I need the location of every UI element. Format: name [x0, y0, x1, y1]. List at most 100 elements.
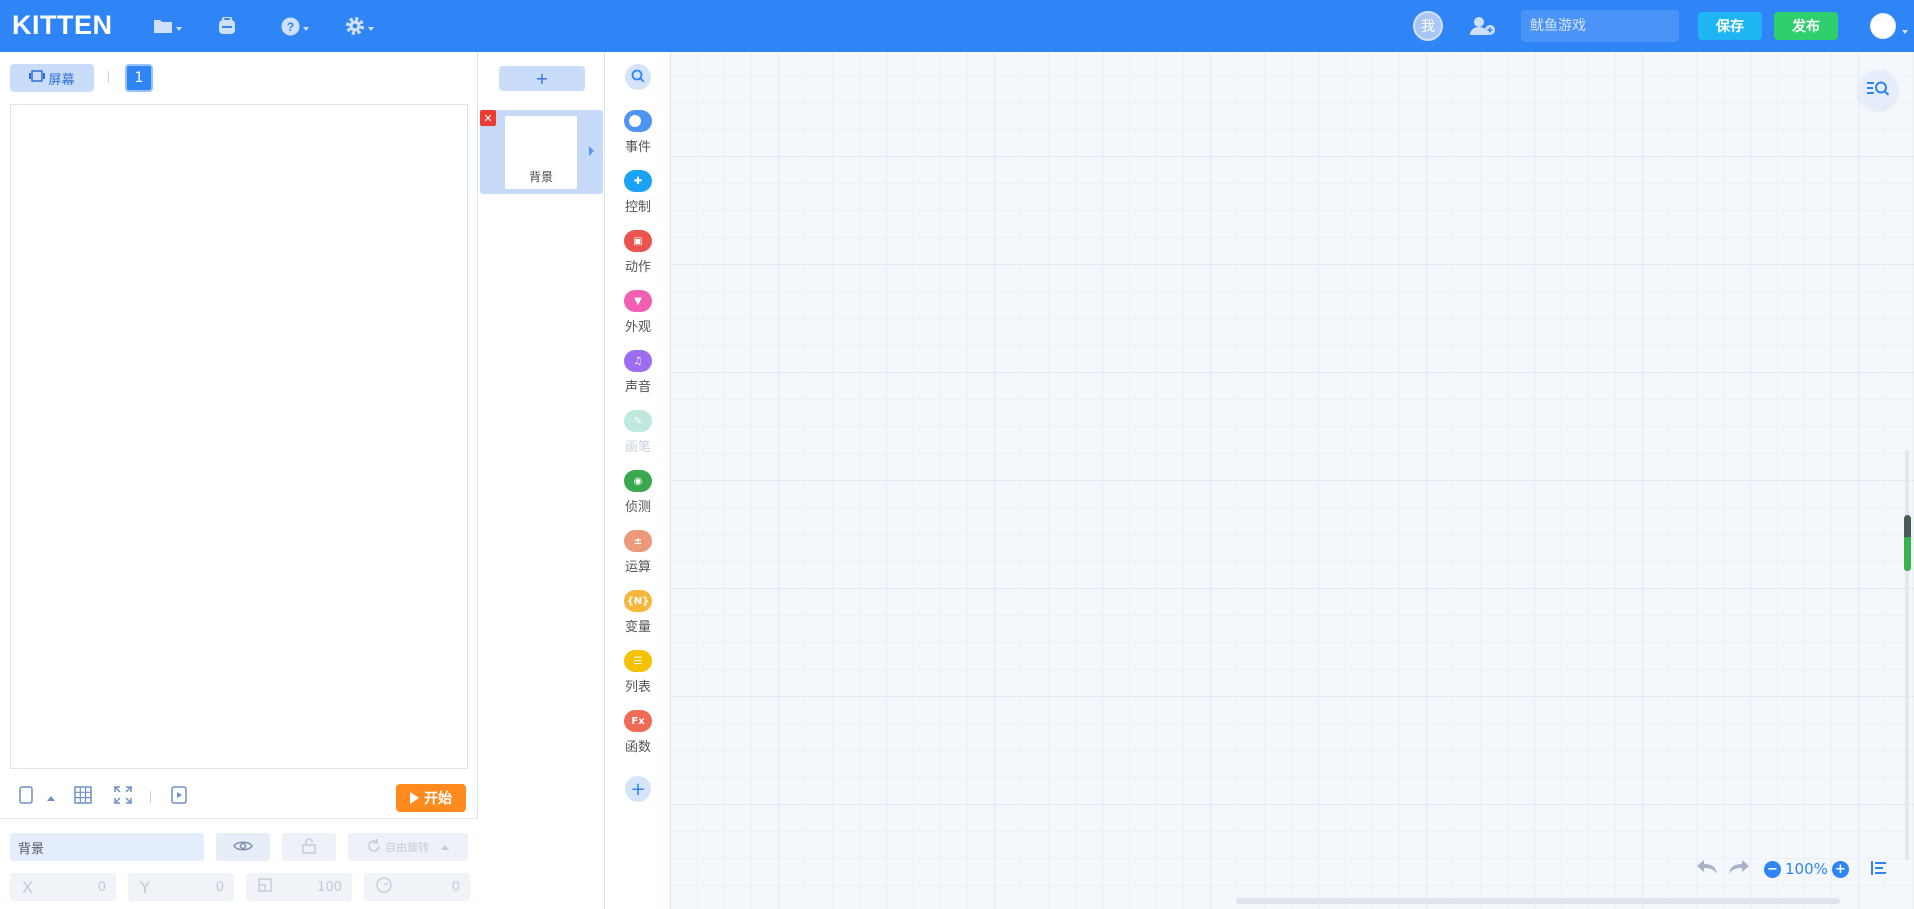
zoom-level: 100%	[1785, 860, 1828, 878]
project-name-input[interactable]	[1521, 10, 1679, 42]
sprite-properties: 自由旋转 X 0 Y 0 100 0	[0, 818, 478, 909]
align-left-icon	[1870, 860, 1886, 875]
chevron-down-icon[interactable]	[1902, 30, 1908, 34]
category-label: 函数	[624, 740, 651, 755]
block-search-button[interactable]	[625, 64, 651, 90]
vertical-scrollbar[interactable]	[1904, 515, 1911, 571]
shirt-icon: ▼	[624, 290, 652, 312]
category-variable[interactable]: {N} 变量	[605, 590, 671, 642]
rotation-mode-label: 自由旋转	[385, 841, 429, 854]
device-portrait-icon	[19, 786, 33, 808]
visibility-toggle[interactable]	[216, 833, 270, 861]
help-icon: ?	[281, 17, 300, 36]
device-orientation-button[interactable]	[15, 786, 37, 808]
horizontal-scrollbar[interactable]	[1236, 898, 1840, 904]
category-label: 声音	[624, 380, 651, 395]
undo-icon	[1697, 860, 1717, 874]
screen-page-button[interactable]: 1	[125, 64, 153, 92]
undo-button[interactable]	[1696, 859, 1718, 879]
x-position-field[interactable]: X 0	[10, 873, 116, 901]
zoom-controls: − 100% +	[1696, 858, 1887, 880]
target-icon: ◉	[624, 470, 652, 492]
category-function[interactable]: Fx 函数	[605, 710, 671, 762]
chevron-up-icon	[441, 844, 449, 850]
backpack-button[interactable]	[217, 14, 237, 38]
workspace-search-button[interactable]	[1858, 70, 1898, 110]
help-menu[interactable]: ?	[281, 14, 309, 38]
category-label: 事件	[624, 140, 651, 155]
user-avatar[interactable]	[1870, 13, 1896, 39]
motion-icon: ▣	[624, 230, 652, 252]
category-motion[interactable]: ▣ 动作	[605, 230, 671, 282]
settings-icon	[345, 16, 365, 36]
list-icon: ☰	[624, 650, 652, 672]
search-list-icon	[1866, 80, 1890, 100]
sprite-card-label: 背景	[528, 170, 553, 184]
category-math[interactable]: ± 运算	[605, 530, 671, 582]
block-category-panel: 事件 ✚ 控制 ▣ 动作 ▼ 外观 ♫ 声音 ✎ 画笔 ◉ 侦测 ± 运算 {N} 变量 ☰ 列表 Fx 函数 +	[605, 52, 671, 909]
publish-button[interactable]: 发布	[1774, 12, 1838, 40]
app-logo[interactable]: KITTEN	[12, 10, 113, 41]
chevron-up-icon[interactable]	[47, 796, 55, 801]
lock-toggle[interactable]	[282, 833, 336, 861]
folder-icon	[153, 18, 173, 34]
gamepad-icon: ✚	[624, 170, 652, 192]
x-value: 0	[97, 879, 106, 895]
screen-icon	[29, 70, 46, 86]
direction-field[interactable]: 0	[364, 873, 470, 901]
preview-icon	[171, 786, 187, 808]
chevron-down-icon	[176, 27, 182, 31]
add-user-icon	[1470, 16, 1496, 36]
category-target[interactable]: ◉ 侦测	[605, 470, 671, 522]
preview-device-button[interactable]	[168, 786, 190, 808]
settings-menu[interactable]	[345, 14, 374, 38]
folder-menu[interactable]	[153, 14, 182, 38]
backpack-icon	[217, 17, 237, 35]
zoom-out-button[interactable]: −	[1764, 860, 1781, 878]
sprite-thumbnail[interactable]: 背景	[505, 116, 577, 189]
stage-canvas[interactable]	[10, 104, 468, 769]
screen-tab[interactable]: 屏幕	[10, 64, 94, 92]
rotation-mode-select[interactable]: 自由旋转	[348, 833, 468, 861]
top-bar: KITTEN ? 我 保存 发布	[0, 0, 1914, 52]
sprite-card[interactable]: 背景 ✕	[480, 110, 603, 194]
start-button[interactable]: 开始	[396, 784, 466, 812]
scale-value: 100	[317, 879, 342, 895]
y-position-field[interactable]: Y 0	[128, 873, 234, 901]
play-icon	[410, 792, 419, 804]
delete-sprite-button[interactable]: ✕	[480, 110, 496, 126]
category-pen[interactable]: ✎ 画笔	[605, 410, 671, 462]
grid-toggle-button[interactable]	[72, 786, 94, 808]
code-workspace[interactable]	[672, 52, 1914, 909]
sprite-list-panel: + 背景 ✕	[478, 52, 605, 909]
stage-toolbar: 开始	[0, 778, 478, 818]
zoom-in-button[interactable]: +	[1831, 860, 1849, 878]
category-shirt[interactable]: ▼ 外观	[605, 290, 671, 342]
variable-icon: {N}	[624, 590, 652, 612]
direction-icon	[376, 877, 392, 897]
fullscreen-button[interactable]	[112, 786, 134, 808]
my-avatar[interactable]: 我	[1413, 11, 1443, 41]
chevron-right-icon[interactable]	[589, 146, 594, 156]
start-button-label: 开始	[424, 791, 452, 807]
category-label: 画笔	[624, 440, 651, 455]
svg-text:?: ?	[287, 20, 294, 34]
redo-icon	[1729, 860, 1749, 874]
arrange-blocks-button[interactable]	[1870, 860, 1887, 879]
category-label: 侦测	[624, 500, 651, 515]
add-sprite-button[interactable]: +	[499, 66, 585, 91]
category-toggle[interactable]: 事件	[605, 110, 671, 162]
category-list[interactable]: ☰ 列表	[605, 650, 671, 702]
divider	[108, 71, 109, 83]
save-button[interactable]: 保存	[1698, 12, 1762, 40]
category-gamepad[interactable]: ✚ 控制	[605, 170, 671, 222]
close-icon: ✕	[483, 111, 493, 125]
math-icon: ±	[624, 530, 652, 552]
vertical-scroll-track	[1905, 450, 1909, 860]
invite-collaborator-button[interactable]	[1470, 14, 1496, 38]
add-extension-button[interactable]: +	[625, 776, 651, 802]
category-music-note[interactable]: ♫ 声音	[605, 350, 671, 402]
sprite-name-input[interactable]	[10, 833, 204, 861]
scale-field[interactable]: 100	[246, 873, 352, 901]
redo-button[interactable]	[1728, 859, 1750, 879]
